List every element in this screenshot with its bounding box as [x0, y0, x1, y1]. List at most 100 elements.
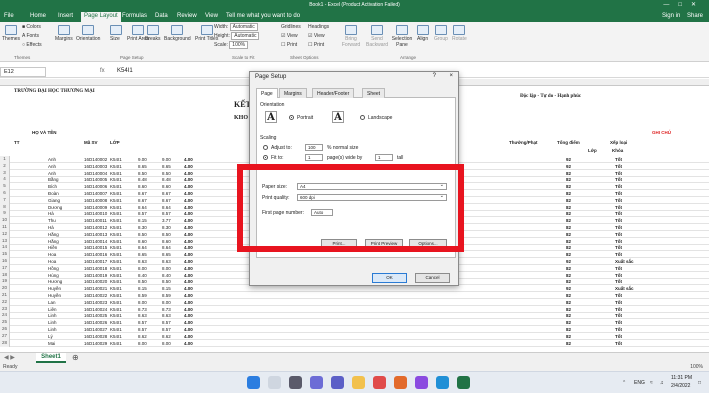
cell-a: 8.00 — [138, 340, 147, 346]
cell-a: 8.67 — [138, 197, 147, 203]
file-explorer-icon[interactable] — [352, 376, 365, 389]
cell-xl: Tốt — [615, 157, 622, 162]
speaker-icon[interactable]: ♫ — [660, 380, 664, 386]
tab-file[interactable]: File — [4, 13, 14, 19]
search-icon[interactable] — [268, 376, 281, 389]
cell-b: 8.57 — [162, 211, 171, 217]
notification-icon[interactable]: □ — [698, 380, 701, 386]
cell-score: 92 — [566, 163, 572, 169]
gridlines-print-checkbox[interactable]: ☐ Print — [281, 42, 297, 48]
col-xeploai-header: Xếp loại — [610, 140, 628, 145]
edge-icon[interactable] — [436, 376, 449, 389]
align-button[interactable]: Align — [417, 25, 429, 42]
name-box[interactable]: E12 — [0, 67, 46, 77]
cell-a: 8.50 — [138, 170, 147, 176]
portrait-radio[interactable] — [289, 115, 294, 120]
col-name-header: HỌ VÀ TÊN — [32, 130, 57, 135]
cell-a: 8.57 — [138, 320, 147, 326]
cell-score: 82 — [566, 197, 572, 203]
scale-control[interactable]: Scale: 100% — [214, 41, 249, 49]
group-button[interactable]: Group — [434, 25, 448, 42]
col-tt-header: TT — [14, 140, 20, 145]
widgets-icon[interactable] — [310, 376, 323, 389]
gridlines-label: Gridlines — [281, 24, 301, 30]
gridlines-view-checkbox[interactable]: ☑ View — [281, 33, 298, 39]
tab-sheet[interactable]: Sheet — [362, 88, 386, 98]
headings-view-checkbox[interactable]: ☑ View — [308, 33, 325, 39]
adjust-to-label[interactable]: Adjust to: — [271, 145, 292, 151]
orientation-button[interactable]: Orientation — [76, 25, 100, 42]
fit-to-label[interactable]: Fit to: — [271, 155, 284, 161]
close-icon[interactable]: × — [449, 73, 453, 79]
tab-page-layout[interactable]: Page Layout — [81, 12, 121, 22]
tab-home[interactable]: Home — [30, 13, 46, 19]
clock-date[interactable]: 2/4/2022 — [671, 383, 690, 389]
height-control[interactable]: Height: Automatic — [214, 32, 260, 40]
input-language[interactable]: ENG — [634, 380, 645, 386]
clock-time[interactable]: 11:31 PM — [671, 375, 692, 381]
row-number[interactable]: 28 — [0, 339, 10, 347]
fit-wide-input[interactable]: 1 — [305, 154, 323, 161]
colors-button[interactable]: ■ Colors — [22, 24, 41, 30]
cell-name: Linh — [48, 313, 57, 319]
wifi-icon[interactable]: ≈ — [650, 380, 653, 386]
cancel-button[interactable]: Cancel — [415, 273, 450, 283]
window-controls[interactable]: —□✕ — [663, 1, 705, 8]
ok-button[interactable]: OK — [372, 273, 407, 283]
tab-formulas[interactable]: Formulas — [122, 13, 147, 19]
cell-a: 8.30 — [138, 225, 147, 230]
excel-taskbar-icon[interactable] — [457, 376, 470, 389]
rotate-button[interactable]: Rotate — [452, 25, 467, 42]
headings-print-checkbox[interactable]: ☐ Print — [308, 42, 324, 48]
teams-icon[interactable] — [331, 376, 344, 389]
tell-me-search[interactable]: Tell me what you want to do — [226, 13, 300, 19]
cell-msv: 16D140005 — [84, 177, 108, 183]
fonts-button[interactable]: A Fonts — [22, 33, 39, 39]
portrait-label[interactable]: Portrait — [297, 115, 313, 121]
store-icon[interactable] — [373, 376, 386, 389]
tab-view[interactable]: View — [205, 13, 218, 19]
zoom-level[interactable]: 100% — [690, 364, 703, 370]
help-icon[interactable]: ? — [433, 73, 436, 79]
formula-input[interactable]: K54I1 — [117, 68, 133, 74]
table-row[interactable]: 28 Mai 16D140029 K54I1 8.00 8.00 4.00 82 Tốt — [0, 339, 709, 347]
themes-button[interactable]: Themes — [2, 25, 20, 42]
breaks-button[interactable]: Breaks — [145, 25, 161, 42]
cell-xl: Tốt — [615, 252, 622, 258]
task-view-icon[interactable] — [289, 376, 302, 389]
share-button[interactable]: Share — [687, 13, 703, 19]
size-button[interactable]: Size — [110, 25, 122, 42]
background-button[interactable]: Background — [164, 25, 191, 42]
width-control[interactable]: Width: Automatic — [214, 23, 258, 31]
tab-insert[interactable]: Insert — [58, 13, 73, 19]
selection-pane-button[interactable]: Selection Pane — [391, 25, 413, 48]
landscape-radio[interactable] — [360, 115, 365, 120]
adjust-to-input[interactable]: 100 — [305, 144, 323, 151]
margins-button[interactable]: Margins — [55, 25, 73, 42]
sign-in-link[interactable]: Sign in — [662, 13, 680, 19]
account-area[interactable]: Sign in Share — [662, 13, 703, 19]
tab-data[interactable]: Data — [155, 13, 168, 19]
office-icon[interactable] — [394, 376, 407, 389]
sheet-nav-arrows[interactable]: ◀ ▶ — [4, 354, 15, 361]
tab-header-footer[interactable]: Header/Footer — [312, 88, 355, 98]
send-backward-button[interactable]: Send Backward — [366, 25, 388, 48]
tab-margins[interactable]: Margins — [279, 88, 307, 98]
tab-review[interactable]: Review — [177, 13, 197, 19]
tab-page[interactable]: Page — [256, 88, 278, 98]
sheet-tab-sheet1[interactable]: Sheet1 — [36, 353, 66, 363]
fit-tall-input[interactable]: 1 — [375, 154, 393, 161]
tray-chevron-icon[interactable]: ⌃ — [622, 380, 626, 386]
effects-button[interactable]: ○ Effects — [22, 42, 42, 48]
add-sheet-icon[interactable]: ⊕ — [72, 353, 79, 362]
cell-a: 8.63 — [138, 259, 147, 264]
fx-icon[interactable]: fx — [100, 68, 105, 74]
start-icon[interactable] — [247, 376, 260, 389]
app-icon[interactable] — [415, 376, 428, 389]
bring-forward-button[interactable]: Bring Forward — [340, 25, 362, 48]
cell-name: Linh — [48, 327, 57, 332]
cell-name: Hà — [48, 225, 54, 230]
adjust-to-radio[interactable] — [263, 145, 268, 150]
landscape-label[interactable]: Landscape — [368, 115, 392, 121]
fit-to-radio[interactable] — [263, 155, 268, 160]
